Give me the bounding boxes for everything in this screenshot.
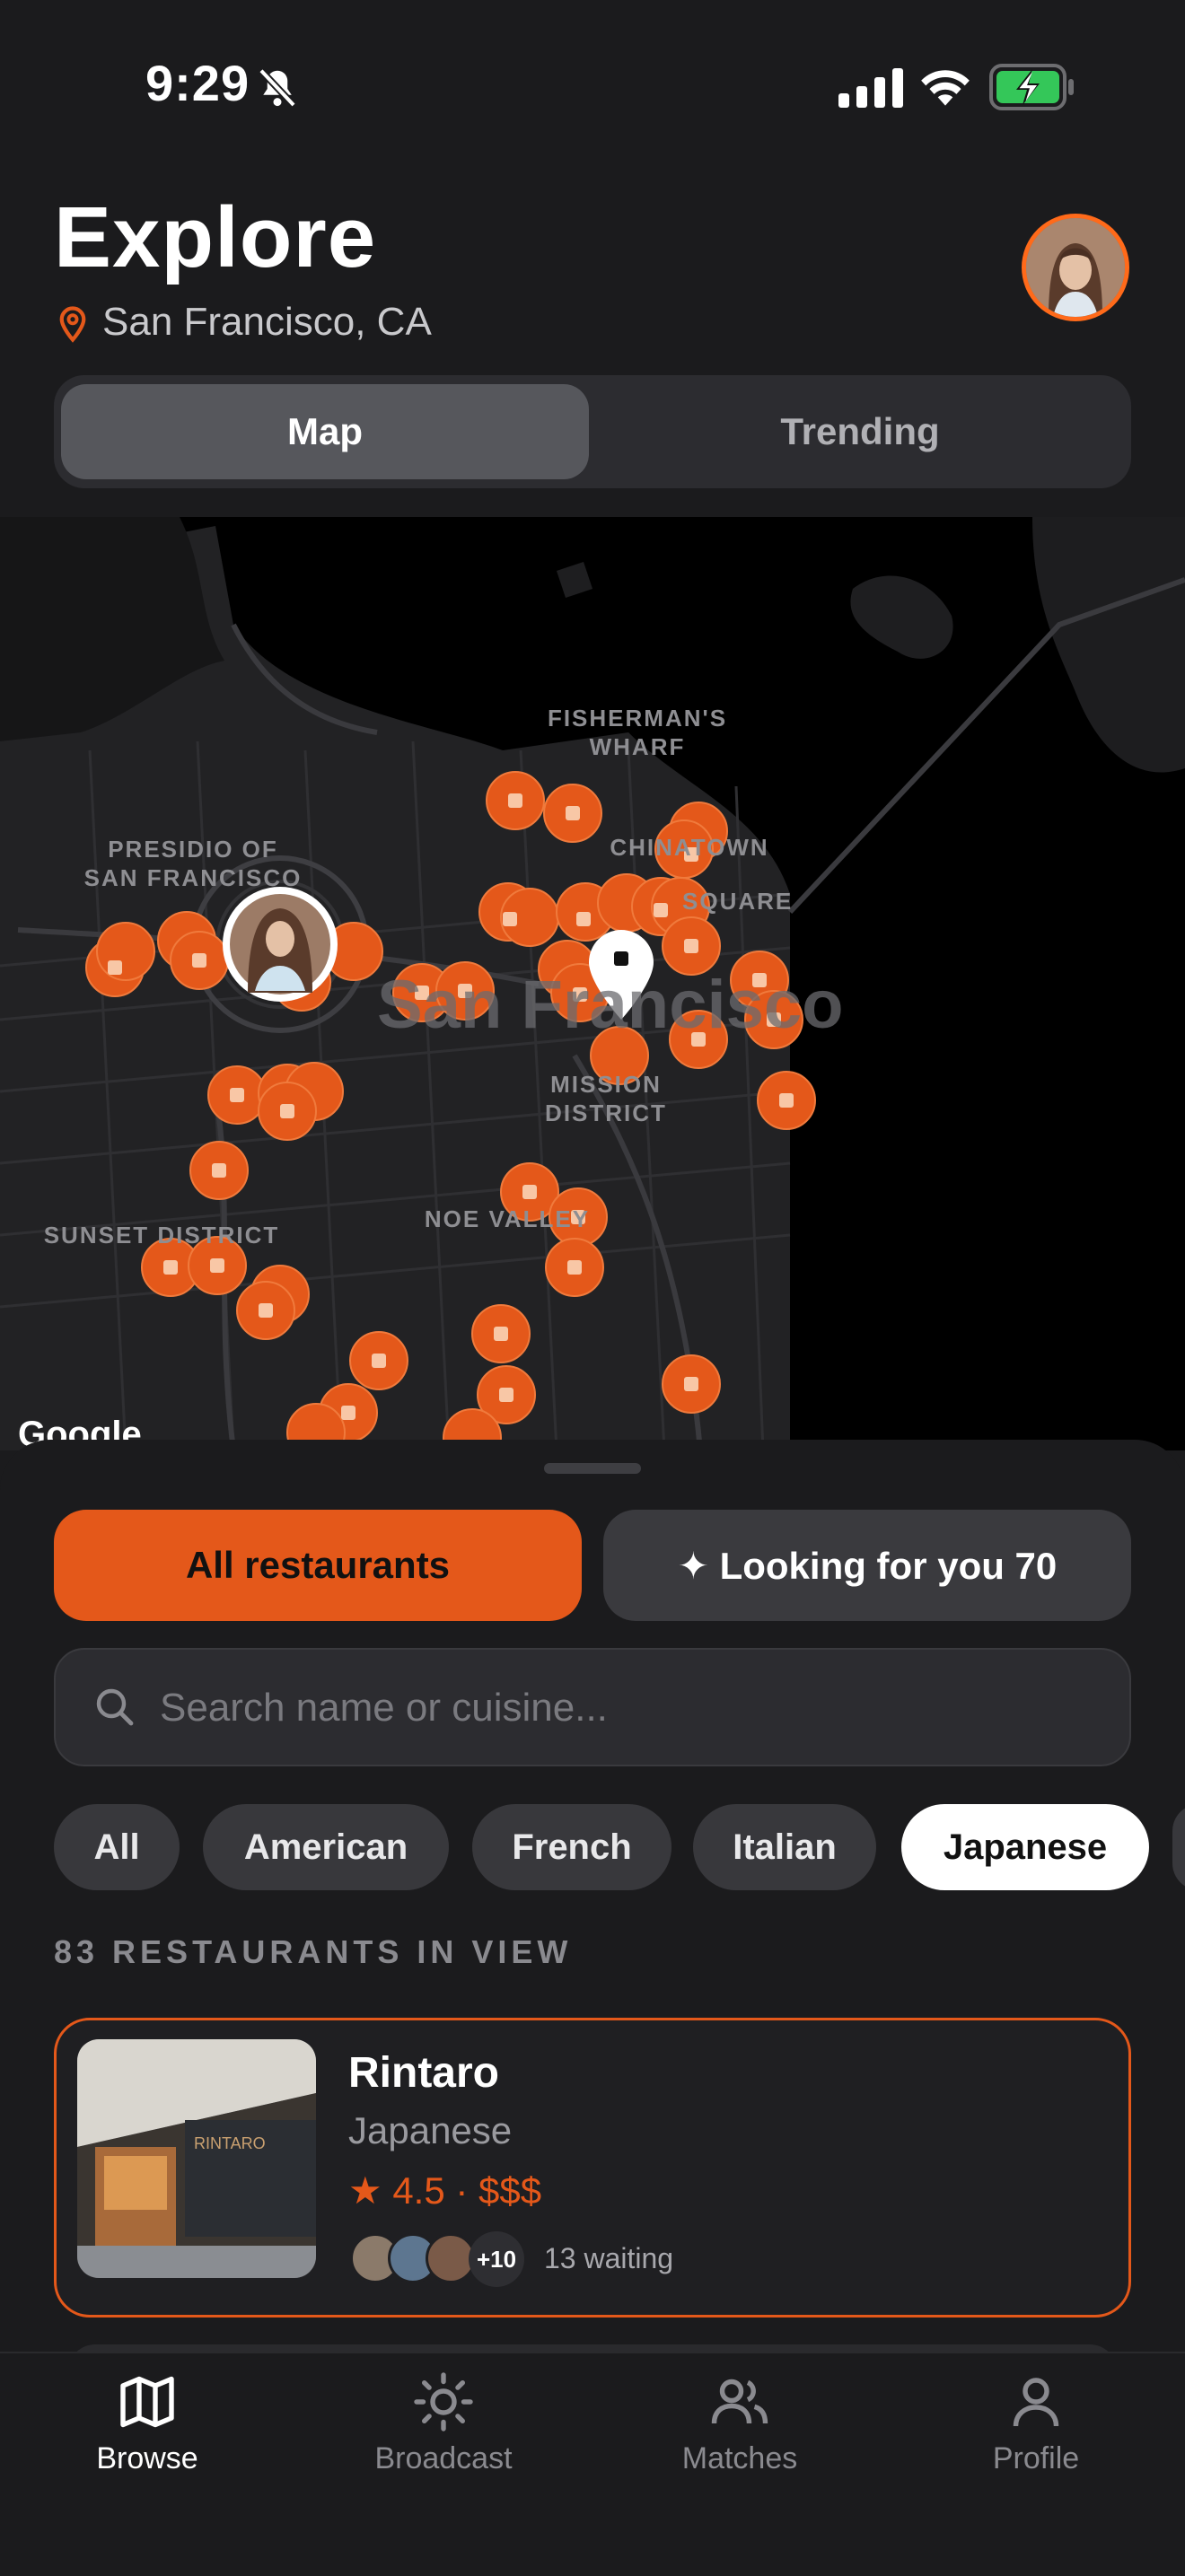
cuisine-chip-french[interactable]: French xyxy=(472,1804,672,1890)
wifi-icon xyxy=(921,70,970,106)
sheet-grabber[interactable] xyxy=(544,1463,641,1474)
map-label-presidio: PRESIDIO OF SAN FRANCISCO xyxy=(83,836,303,891)
restaurant-cuisine: Japanese xyxy=(348,2109,513,2151)
tab-browse-label: Browse xyxy=(96,2441,198,2475)
tab-broadcast[interactable]: Broadcast xyxy=(336,2370,551,2477)
map-icon xyxy=(120,2376,174,2428)
map-label-noe-valley: NOE VALLEY xyxy=(424,1205,591,1232)
restaurant-sign-text: RINTARO xyxy=(194,2134,266,2152)
avatar-photo xyxy=(1026,218,1125,317)
restaurant-name: Rintaro xyxy=(348,2049,499,2097)
bell-slash-icon xyxy=(259,68,296,108)
search-icon xyxy=(96,1688,134,1726)
restaurant-rating-price: ★ 4.5 · $$$ xyxy=(348,2169,542,2212)
restaurant-map[interactable]: FISHERMAN'S WHARF PRESIDIO OF SAN FRANCI… xyxy=(0,517,1185,1450)
cuisine-chip-japanese[interactable]: Japanese xyxy=(901,1804,1149,1890)
broadcast-sun-icon xyxy=(414,2372,473,2431)
tab-matches[interactable]: Matches xyxy=(632,2370,847,2477)
tab-browse[interactable]: Browse xyxy=(40,2370,255,2477)
page-title: Explore xyxy=(54,189,377,285)
map-label-mission: MISSION DISTRICT xyxy=(545,1071,667,1126)
profile-avatar[interactable] xyxy=(1022,214,1129,321)
map-label-chinatown: CHINATOWN xyxy=(610,834,769,861)
view-segmented-control: Map Trending xyxy=(54,375,1131,488)
search-input[interactable] xyxy=(158,1669,1095,1747)
status-time: 9:29 xyxy=(145,55,250,111)
cuisine-chip-italian[interactable]: Italian xyxy=(693,1804,876,1890)
tab-profile[interactable]: Profile xyxy=(928,2370,1144,2477)
tab-matches-label: Matches xyxy=(681,2441,798,2475)
all-restaurants-button[interactable]: All restaurants xyxy=(54,1510,582,1621)
restaurant-photo: RINTARO xyxy=(77,2039,316,2278)
tab-broadcast-label: Broadcast xyxy=(374,2441,513,2475)
map-label-square: SQUARE xyxy=(682,888,794,915)
results-count: 83 RESTAURANTS IN VIEW xyxy=(54,1933,573,1970)
tab-profile-label: Profile xyxy=(992,2441,1080,2475)
users-icon xyxy=(711,2379,768,2424)
cellular-signal-icon xyxy=(838,68,903,108)
waiting-count: 13 waiting xyxy=(544,2242,674,2274)
location-pin-icon xyxy=(59,306,86,343)
map-label-fishermans-wharf: FISHERMAN'S WHARF xyxy=(547,705,728,760)
map-label-city: San Francisco xyxy=(377,967,844,1043)
waiting-more-badge: +10 xyxy=(469,2231,524,2287)
cuisine-chip-american[interactable]: American xyxy=(203,1804,449,1890)
cuisine-chip-all[interactable]: All xyxy=(54,1804,180,1890)
looking-for-you-button[interactable]: ✦ Looking for you 70 xyxy=(603,1510,1131,1621)
map-label-sunset: SUNSET DISTRICT xyxy=(43,1222,280,1249)
location-text[interactable]: San Francisco, CA xyxy=(102,300,432,345)
tab-trending[interactable]: Trending xyxy=(596,384,1124,479)
tab-map[interactable]: Map xyxy=(61,384,589,479)
user-icon xyxy=(1013,2378,1059,2427)
battery-charging-icon xyxy=(989,64,1074,110)
